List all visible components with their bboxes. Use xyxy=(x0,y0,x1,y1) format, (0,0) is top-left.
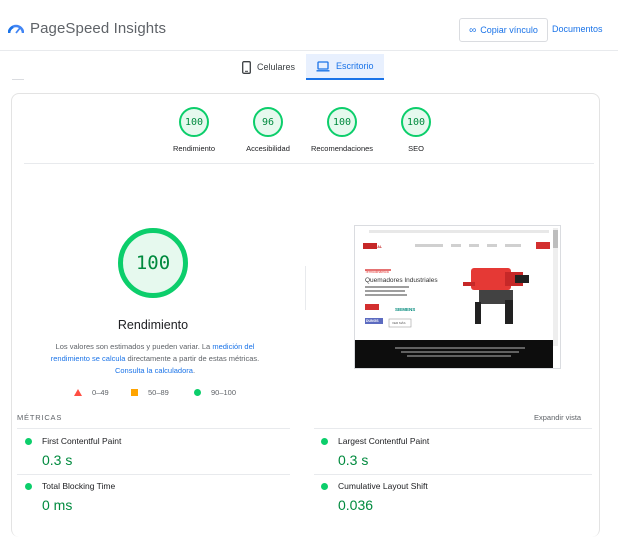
performance-description: Los valores son estimados y pueden varia… xyxy=(44,341,266,377)
section-divider xyxy=(24,163,594,164)
metric-fcp: First Contentful Paint 0.3 s xyxy=(25,436,121,468)
score-label: Rendimiento xyxy=(172,144,216,153)
brand-siemens: SIEMENS xyxy=(395,307,416,312)
legend-average-label: 50–89 xyxy=(148,388,169,397)
metric-value: 0.036 xyxy=(338,497,374,513)
hero-title: Quemadores Industriales xyxy=(365,277,438,284)
link-icon: ∞ xyxy=(469,24,477,36)
calculator-link[interactable]: Consulta la calculadora xyxy=(115,366,193,375)
metric-name: First Contentful Paint xyxy=(42,436,122,446)
score-best-practices[interactable]: 100 Recomendaciones xyxy=(302,107,382,153)
triangle-icon xyxy=(74,389,82,396)
circle-icon xyxy=(194,389,201,396)
copy-link-label: Copiar vínculo xyxy=(480,25,538,35)
score-gauge: 100 xyxy=(401,107,431,137)
score-label: Recomendaciones xyxy=(310,144,374,153)
tab-mobile-label: Celulares xyxy=(257,62,296,72)
page-screenshot-image xyxy=(355,226,560,368)
metric-lcp: Largest Contentful Paint 0.3 s xyxy=(321,436,429,468)
metric-divider xyxy=(17,428,290,429)
desc-text: . xyxy=(192,366,196,375)
legend-fail-label: 0–49 xyxy=(92,388,109,397)
metrics-title: MÉTRICAS xyxy=(17,413,63,422)
docs-link[interactable]: Documentos xyxy=(552,24,603,34)
score-gauge: 100 xyxy=(327,107,357,137)
legend-pass: 90–100 xyxy=(194,388,236,397)
metric-divider xyxy=(17,474,290,475)
legend-average: 50–89 xyxy=(131,388,169,397)
vertical-divider xyxy=(305,266,306,310)
desc-text: Los valores son estimados y pueden varia… xyxy=(55,342,211,351)
metric-divider xyxy=(314,474,592,475)
page-screenshot: TALERMAL Termodinámica Quemadores Indust… xyxy=(354,225,561,369)
tab-desktop-label: Escritorio xyxy=(336,61,374,71)
app-logo[interactable]: PageSpeed Insights xyxy=(8,20,166,37)
copy-link-button[interactable]: ∞ Copiar vínculo xyxy=(459,18,548,42)
hero-cta: VER MÁS xyxy=(392,321,406,325)
score-seo[interactable]: 100 SEO xyxy=(376,107,456,153)
pass-circle-icon xyxy=(321,437,328,445)
performance-gauge: 100 xyxy=(118,228,188,298)
site-logo-text: TALERMAL xyxy=(363,245,382,249)
metric-name: Cumulative Layout Shift xyxy=(338,481,428,491)
hero-kicker: Termodinámica xyxy=(365,270,389,274)
score-gauge: 100 xyxy=(179,107,209,137)
legend-pass-label: 90–100 xyxy=(211,388,237,397)
score-label: Accesibilidad xyxy=(246,144,290,153)
tab-mobile[interactable]: Celulares xyxy=(232,54,305,80)
score-label: SEO xyxy=(408,144,424,153)
phone-icon xyxy=(242,60,251,74)
brand-dungs: DUNGS xyxy=(366,319,379,323)
laptop-icon xyxy=(316,60,330,72)
metric-value: 0.3 s xyxy=(42,452,73,468)
square-icon xyxy=(131,389,138,396)
performance-label: Rendimiento xyxy=(117,318,189,332)
score-performance[interactable]: 100 Rendimiento xyxy=(154,107,234,153)
pagespeed-logo-icon xyxy=(8,24,24,34)
app-title: PageSpeed Insights xyxy=(30,20,167,37)
expand-view-button[interactable]: Expandir vista xyxy=(534,413,581,422)
metric-divider xyxy=(314,428,592,429)
score-accessibility[interactable]: 96 Accesibilidad xyxy=(228,107,308,153)
metric-value: 0 ms xyxy=(42,497,73,513)
score-gauge: 96 xyxy=(253,107,283,137)
tabs-divider xyxy=(0,50,618,51)
pass-circle-icon xyxy=(321,482,328,490)
metric-cls: Cumulative Layout Shift 0.036 xyxy=(321,481,428,513)
metric-value: 0.3 s xyxy=(338,452,369,468)
divider xyxy=(12,79,24,80)
desc-text: directamente a partir de estas métricas. xyxy=(127,354,260,363)
pass-circle-icon xyxy=(25,482,32,490)
pass-circle-icon xyxy=(25,437,32,445)
metric-tbt: Total Blocking Time 0 ms xyxy=(25,481,115,513)
legend-fail: 0–49 xyxy=(74,388,109,397)
tab-desktop[interactable]: Escritorio xyxy=(306,54,384,80)
metric-name: Largest Contentful Paint xyxy=(338,436,430,446)
metric-name: Total Blocking Time xyxy=(42,481,116,491)
